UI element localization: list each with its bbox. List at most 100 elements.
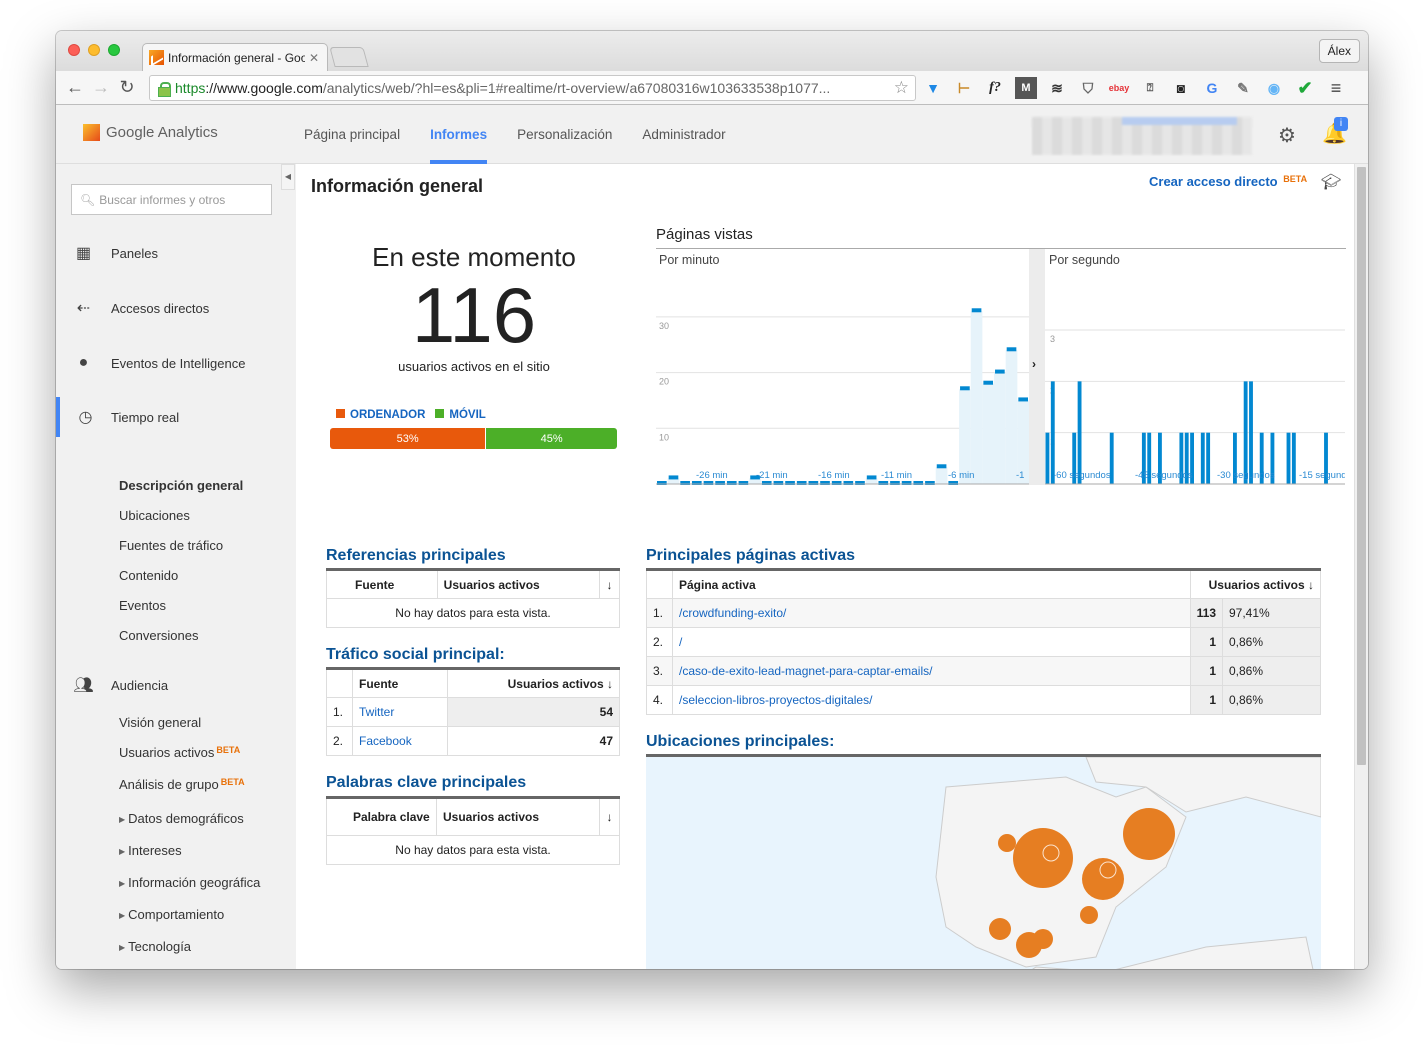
sidebar-subitem-locations[interactable]: Ubicaciones <box>119 508 190 523</box>
sidebar-subitem-overview[interactable]: Descripción general <box>119 478 243 493</box>
bar[interactable] <box>1291 432 1296 484</box>
page-link[interactable]: / <box>672 627 1191 657</box>
nav-reports[interactable]: Informes <box>415 105 502 164</box>
scale-icon[interactable]: ⍰ <box>1139 77 1161 99</box>
minimize-window-button[interactable] <box>88 44 100 56</box>
location-bubble-murcia[interactable] <box>1080 906 1098 924</box>
bar[interactable] <box>1018 397 1028 402</box>
bar[interactable] <box>1200 432 1205 484</box>
chart-divider[interactable]: › <box>1029 249 1045 485</box>
search-input[interactable]: 🔍︎ Buscar informes y otros <box>71 184 272 215</box>
sidebar-subitem-demographics[interactable]: ▶ Datos demográficos <box>119 811 244 826</box>
sidebar-subitem-traffic-sources[interactable]: Fuentes de tráfico <box>119 538 223 553</box>
sidebar-item-realtime[interactable]: ◷ Tiempo real <box>56 397 296 437</box>
bar[interactable] <box>1006 347 1017 352</box>
bell-icon[interactable]: 🔔 i <box>1322 117 1348 146</box>
col-active-users[interactable]: Usuarios activos <box>436 569 601 599</box>
sidebar-subitem-cohort[interactable]: Análisis de grupo BETA <box>119 777 245 792</box>
bar[interactable] <box>936 464 947 469</box>
location-bubble-málaga[interactable] <box>1016 932 1042 958</box>
location-bubble-sevilla[interactable] <box>989 918 1011 940</box>
location-bubble-barcelona[interactable] <box>1123 808 1175 860</box>
nav-admin[interactable]: Administrador <box>627 105 740 164</box>
sidebar-subitem-geo[interactable]: ▶ Información geográfica <box>119 875 260 890</box>
medium-icon[interactable]: M <box>1015 77 1037 99</box>
sidebar-subitem-conversions[interactable]: Conversiones <box>119 628 199 643</box>
ebay-icon[interactable]: ebay <box>1108 77 1130 99</box>
new-tab-button[interactable] <box>329 47 369 67</box>
col-keyword[interactable]: Palabra clave <box>326 797 437 836</box>
bar[interactable] <box>1286 432 1291 484</box>
eyedropper-icon[interactable]: ✎ <box>1232 77 1254 99</box>
bar[interactable] <box>995 369 1005 374</box>
ghostery-icon[interactable]: ▼ <box>922 77 944 99</box>
maximize-window-button[interactable] <box>108 44 120 56</box>
browser-tab[interactable]: Información general - Goog ✕ <box>142 43 328 71</box>
bar[interactable] <box>983 380 994 385</box>
page-link[interactable]: /crowdfunding-exito/ <box>672 598 1191 628</box>
source-link[interactable]: Twitter <box>351 697 449 727</box>
sidebar-subitem-behavior[interactable]: ▶ Comportamiento <box>119 907 224 922</box>
bar[interactable] <box>1243 381 1248 484</box>
menu-icon[interactable]: ≡ <box>1325 77 1347 99</box>
col-page[interactable]: Página activa <box>672 569 1191 599</box>
bar[interactable] <box>1249 381 1253 484</box>
sidebar-item-intelligence[interactable]: ● Eventos de Intelligence <box>56 348 296 378</box>
bar[interactable] <box>1206 432 1211 484</box>
col-source[interactable]: Fuente <box>326 569 438 599</box>
sidebar-subitem-interests[interactable]: ▶ Intereses <box>119 843 182 858</box>
account-selector[interactable] <box>1032 117 1252 155</box>
gear-icon[interactable]: ⚙ <box>1278 123 1296 148</box>
address-bar[interactable]: https://www.google.com/analytics/web/?hl… <box>149 75 916 101</box>
page-link[interactable]: /seleccion-libros-proyectos-digitales/ <box>672 685 1191 715</box>
location-bubble-madrid[interactable] <box>1013 828 1073 888</box>
col-source[interactable]: Fuente <box>351 668 449 698</box>
col-active-users[interactable]: Usuarios activos <box>436 797 600 836</box>
font-identifier-icon[interactable]: f? <box>984 77 1006 99</box>
sidebar-subitem-content[interactable]: Contenido <box>119 568 178 583</box>
back-arrow-icon[interactable]: ← <box>62 77 88 98</box>
col-active-users[interactable]: Usuarios activos ↓ <box>1189 569 1322 599</box>
translate-icon[interactable]: G <box>1201 77 1223 99</box>
create-shortcut-link[interactable]: Crear acceso directo BETA <box>1149 174 1307 189</box>
camera-icon[interactable]: ◉ <box>1263 77 1285 99</box>
bar[interactable] <box>1050 381 1055 484</box>
bar[interactable] <box>668 475 679 480</box>
locations-map[interactable] <box>646 754 1321 969</box>
graduation-cap-icon[interactable]: 🎓︎ <box>1321 172 1341 192</box>
bar[interactable] <box>971 308 982 313</box>
nav-home[interactable]: Página principal <box>289 105 415 164</box>
bar[interactable] <box>960 386 970 391</box>
ruler-icon[interactable]: ⊢ <box>953 77 975 99</box>
sidebar-item-dashboards[interactable]: ▦ Paneles <box>56 238 296 268</box>
sidebar-item-shortcuts[interactable]: ⇠ Accesos directos <box>56 293 296 323</box>
sidebar-subitem-audience-overview[interactable]: Visión general <box>119 715 201 730</box>
sidebar-item-audience[interactable]: 👥︎ Audiencia <box>56 670 296 700</box>
check-icon[interactable]: ✔ <box>1294 77 1316 99</box>
source-link[interactable]: Facebook <box>351 726 449 756</box>
forward-arrow-icon[interactable]: → <box>88 77 114 98</box>
bar[interactable] <box>1077 381 1082 484</box>
page-scrollbar[interactable] <box>1354 164 1368 969</box>
sidebar-subitem-events[interactable]: Eventos <box>119 598 166 613</box>
close-tab-icon[interactable]: ✕ <box>309 51 327 65</box>
collapse-sidebar-button[interactable]: ◀ <box>281 164 295 190</box>
profile-button[interactable]: Álex <box>1318 39 1360 63</box>
close-window-button[interactable] <box>68 44 80 56</box>
buffer-icon[interactable]: ≋ <box>1046 77 1068 99</box>
sort-arrow-icon[interactable]: ↓ <box>599 569 620 599</box>
owl-icon[interactable]: ◙ <box>1170 77 1192 99</box>
bar[interactable] <box>1045 432 1050 484</box>
page-link[interactable]: /caso-de-exito-lead-magnet-para-captar-e… <box>672 656 1191 686</box>
bookmark-star-icon[interactable]: ☆ <box>894 78 915 98</box>
location-bubble-salamanca[interactable] <box>998 834 1016 852</box>
ga-logo[interactable]: Google Analytics <box>83 124 218 141</box>
sort-arrow-icon[interactable]: ↓ <box>599 797 620 836</box>
reload-icon[interactable]: ↻ <box>114 77 140 98</box>
pocket-icon[interactable]: ⛉ <box>1077 77 1099 99</box>
scrollbar-thumb[interactable] <box>1357 167 1366 765</box>
sidebar-subitem-technology[interactable]: ▶ Tecnología <box>119 939 191 954</box>
sidebar-subitem-active-users[interactable]: Usuarios activos BETA <box>119 745 240 760</box>
col-active-users[interactable]: Usuarios activos ↓ <box>447 668 620 698</box>
bar[interactable] <box>866 475 877 480</box>
